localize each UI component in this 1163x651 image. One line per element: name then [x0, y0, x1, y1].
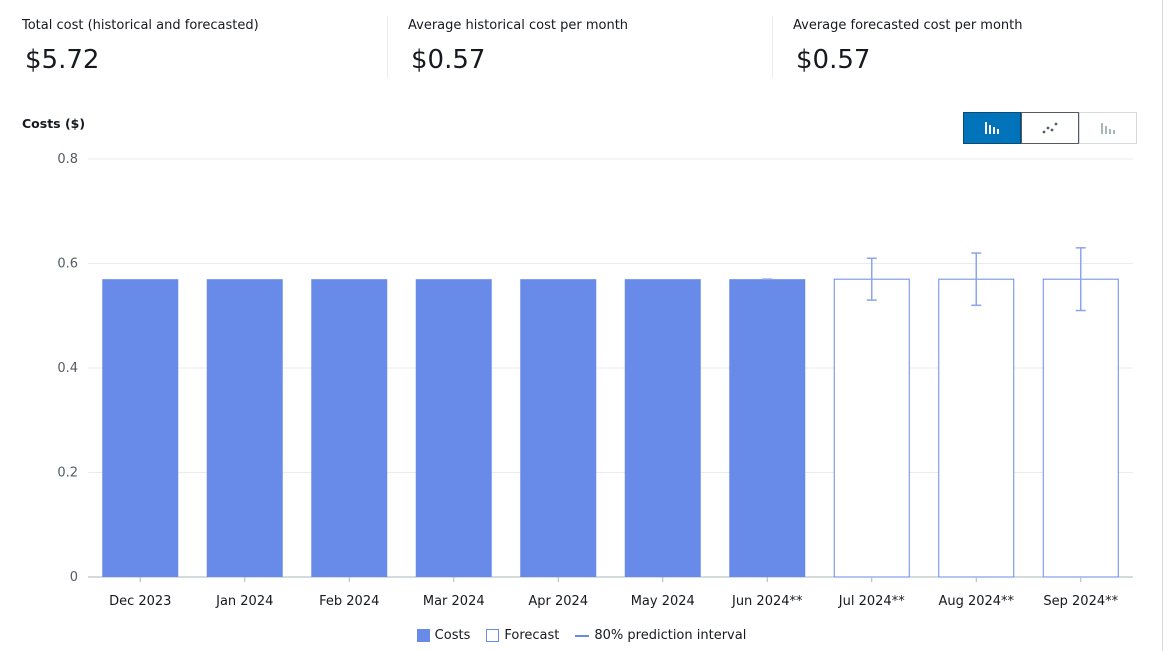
legend-costs[interactable]: Costs [416, 628, 471, 643]
total-cost-value: $5.72 [25, 45, 100, 75]
cost-bar [415, 279, 492, 577]
cost-bar [102, 279, 179, 577]
legend-costs-swatch [416, 629, 430, 642]
x-tick-label: Dec 2023 [109, 594, 171, 609]
line-chart-button[interactable] [1021, 112, 1079, 144]
forecast-bar [938, 278, 1015, 578]
line-chart-icon [1042, 122, 1058, 134]
bars [102, 278, 1119, 578]
cost-bar [520, 279, 597, 577]
legend-costs-label: Costs [434, 628, 471, 643]
total-cost-metric: Total cost (historical and forecasted) $… [22, 18, 259, 78]
stacked-bar-chart-icon [1101, 123, 1115, 134]
x-tick-label: Aug 2024** [938, 594, 1014, 609]
legend-interval-swatch [575, 634, 590, 637]
x-tick-label: Apr 2024 [528, 594, 588, 609]
avg-forecast-value: $0.57 [796, 45, 871, 75]
legend-forecast-swatch [486, 629, 500, 642]
bar-chart-button[interactable] [963, 112, 1021, 144]
x-tick-label: Feb 2024 [319, 594, 379, 609]
legend-forecast-label: Forecast [504, 628, 560, 643]
y-tick-label: 0 [70, 570, 78, 585]
avg-forecast-label: Average forecasted cost per month [793, 18, 1023, 33]
y-axis-title: Costs ($) [22, 116, 86, 131]
forecast-bar [1042, 278, 1119, 578]
legend-interval[interactable]: 80% prediction interval [575, 628, 746, 643]
x-tick-label: Mar 2024 [423, 594, 485, 609]
y-tick-label: 0.4 [57, 361, 78, 376]
avg-historical-metric: Average historical cost per month $0.57 [408, 18, 628, 78]
y-tick-label: 0.2 [57, 466, 78, 481]
legend-interval-label: 80% prediction interval [594, 628, 747, 643]
y-tick-labels: 0 0.2 0.4 0.6 0.8 [57, 152, 78, 585]
divider [772, 16, 773, 78]
divider [387, 16, 388, 78]
x-tick-label: Jan 2024 [215, 594, 273, 609]
y-tick-label: 0.6 [57, 257, 78, 272]
y-tick-label: 0.8 [57, 152, 78, 167]
prediction-intervals [762, 247, 1086, 312]
bar-chart-icon [985, 122, 999, 134]
x-tick-labels: Dec 2023 Jan 2024 Feb 2024 Mar 2024 Apr 2024… [109, 577, 1119, 609]
cost-bar [311, 279, 388, 577]
cost-bar [729, 279, 806, 577]
avg-historical-label: Average historical cost per month [408, 18, 629, 33]
avg-historical-value: $0.57 [411, 45, 486, 75]
cost-bar [624, 279, 701, 577]
avg-forecast-metric: Average forecasted cost per month $0.57 [793, 18, 1023, 78]
x-tick-label: Jul 2024** [838, 594, 905, 609]
stacked-bar-chart-button[interactable] [1079, 112, 1137, 144]
forecast-bar [833, 278, 910, 578]
cost-summary: Total cost (historical and forecasted) $… [0, 0, 1163, 100]
chart-legend: Costs Forecast 80% prediction interval [0, 628, 1163, 643]
legend-forecast[interactable]: Forecast [486, 628, 559, 643]
total-cost-label: Total cost (historical and forecasted) [22, 18, 259, 33]
cost-bar-chart: 0 0.2 0.4 0.6 0.8 Dec 2023 Jan 2024 Feb 2024 Ma… [57, 152, 1133, 609]
x-tick-label: May 2024 [631, 594, 695, 609]
x-tick-label: Jun 2024** [731, 594, 803, 609]
chart-type-toggle [963, 112, 1137, 144]
cost-bar [206, 279, 283, 577]
x-tick-label: Sep 2024** [1043, 594, 1118, 609]
